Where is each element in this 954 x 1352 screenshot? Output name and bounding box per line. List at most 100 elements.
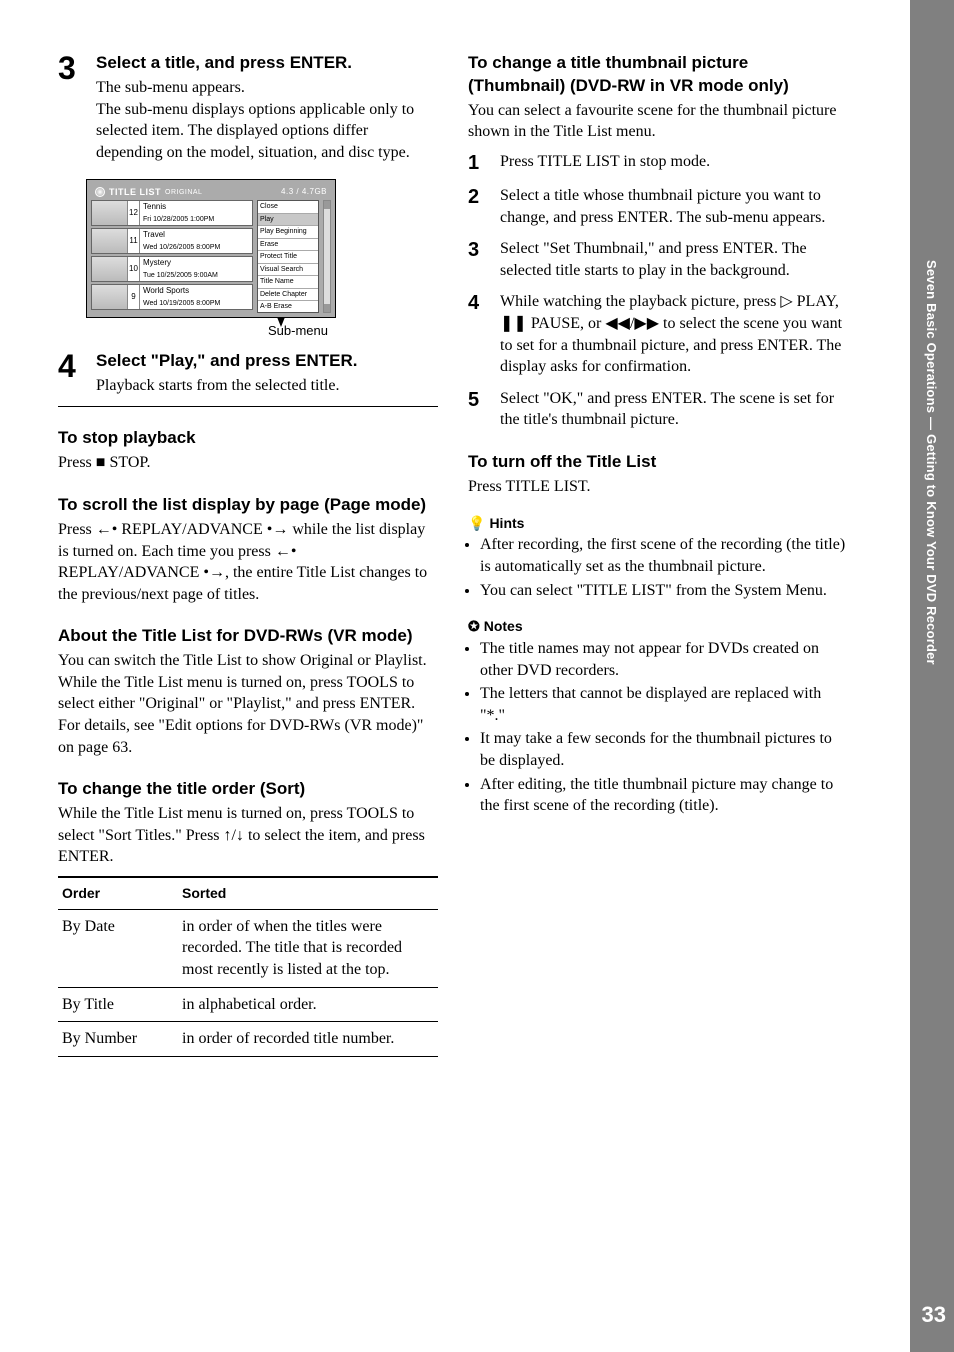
table-row: By Title in alphabetical order. bbox=[58, 987, 438, 1022]
title-list-row: 12 Tennis Fri 10/28/2005 1:00PM bbox=[91, 200, 253, 226]
body-text: While the Title List menu is turned on, … bbox=[58, 803, 438, 868]
row-date: Wed 10/19/2005 8:00PM bbox=[143, 299, 249, 308]
row-title: Mystery bbox=[143, 258, 249, 269]
hint-icon: 💡 bbox=[468, 514, 485, 533]
notes-label: Notes bbox=[484, 617, 523, 636]
subheading: To change a title thumbnail picture (Thu… bbox=[468, 52, 848, 98]
callout-arrow-icon bbox=[277, 317, 285, 327]
step-text: Playback starts from the selected title. bbox=[96, 375, 357, 397]
step-number: 3 bbox=[468, 238, 490, 281]
subheading: To scroll the list display by page (Page… bbox=[58, 494, 438, 517]
diagram-mode: ORIGINAL bbox=[165, 188, 202, 197]
notes-heading: ✪ Notes bbox=[468, 617, 848, 636]
submenu-item: Play Beginning bbox=[258, 226, 318, 238]
step-text: Select "OK," and press ENTER. The scene … bbox=[500, 388, 848, 431]
divider bbox=[58, 406, 438, 407]
sidebar-tab: Seven Basic Operations — Getting to Know… bbox=[910, 0, 954, 1352]
table-row: By Number in order of recorded title num… bbox=[58, 1022, 438, 1057]
row-date: Fri 10/28/2005 1:00PM bbox=[143, 215, 249, 224]
step-4: 4 Select "Play," and press ENTER. Playba… bbox=[58, 350, 438, 397]
submenu-item: Close bbox=[258, 201, 318, 213]
diagram-scrollbar bbox=[323, 200, 331, 313]
sort-table: Order Sorted By Date in order of when th… bbox=[58, 876, 438, 1057]
body-text: For details, see "Edit options for DVD-R… bbox=[58, 715, 438, 758]
row-title: Travel bbox=[143, 230, 249, 241]
step-number: 1 bbox=[468, 151, 490, 175]
body-text: You can switch the Title List to show Or… bbox=[58, 650, 438, 672]
step-3: 3 Select a title, and press ENTER. The s… bbox=[58, 52, 438, 163]
diagram-capacity: 4.3 / 4.7GB bbox=[281, 187, 327, 198]
notes-list: The title names may not appear for DVDs … bbox=[468, 638, 848, 817]
row-number: 9 bbox=[128, 285, 140, 309]
submenu-item: Visual Search bbox=[258, 264, 318, 276]
list-item: You can select "TITLE LIST" from the Sys… bbox=[480, 580, 848, 602]
list-item: After recording, the first scene of the … bbox=[480, 534, 848, 577]
row-thumbnail bbox=[92, 201, 128, 225]
row-number: 10 bbox=[128, 257, 140, 281]
chapter-title: Seven Basic Operations — Getting to Know… bbox=[924, 260, 939, 665]
substep-1: 1 Press TITLE LIST in stop mode. bbox=[468, 151, 848, 175]
subheading: To change the title order (Sort) bbox=[58, 778, 438, 801]
step-text: Select a title whose thumbnail picture y… bbox=[500, 185, 848, 228]
row-title: Tennis bbox=[143, 202, 249, 213]
row-date: Tue 10/25/2005 9:00AM bbox=[143, 271, 249, 280]
table-cell: By Date bbox=[58, 909, 178, 987]
hints-label: Hints bbox=[489, 514, 524, 533]
submenu-item: A-B Erase bbox=[258, 301, 318, 312]
table-cell: in alphabetical order. bbox=[178, 987, 438, 1022]
step-text: The sub-menu appears. bbox=[96, 77, 438, 99]
table-cell: By Title bbox=[58, 987, 178, 1022]
title-list-diagram: TITLE LIST ORIGINAL 4.3 / 4.7GB 12 Tenni… bbox=[86, 179, 336, 318]
substep-4: 4 While watching the playback picture, p… bbox=[468, 291, 848, 377]
title-list-row: 11 Travel Wed 10/26/2005 8:00PM bbox=[91, 228, 253, 254]
hints-list: After recording, the first scene of the … bbox=[468, 534, 848, 601]
table-header: Order bbox=[58, 877, 178, 909]
row-number: 11 bbox=[128, 229, 140, 253]
right-column: To change a title thumbnail picture (Thu… bbox=[468, 52, 848, 1057]
list-item: It may take a few seconds for the thumbn… bbox=[480, 728, 848, 771]
substep-2: 2 Select a title whose thumbnail picture… bbox=[468, 185, 848, 228]
hints-heading: 💡 Hints bbox=[468, 514, 848, 533]
submenu-popup: Close Play Play Beginning Erase Protect … bbox=[257, 200, 319, 313]
step-text: The sub-menu displays options applicable… bbox=[96, 99, 438, 164]
subheading: To turn off the Title List bbox=[468, 451, 848, 474]
submenu-item: Delete Chapter bbox=[258, 289, 318, 301]
list-item: The letters that cannot be displayed are… bbox=[480, 683, 848, 726]
table-header: Sorted bbox=[178, 877, 438, 909]
left-column: 3 Select a title, and press ENTER. The s… bbox=[58, 52, 438, 1057]
subheading: To stop playback bbox=[58, 427, 438, 450]
disc-icon bbox=[95, 187, 105, 197]
list-item: After editing, the title thumbnail pictu… bbox=[480, 774, 848, 817]
submenu-item: Play bbox=[258, 214, 318, 226]
note-icon: ✪ bbox=[468, 617, 480, 636]
table-row: By Date in order of when the titles were… bbox=[58, 909, 438, 987]
row-number: 12 bbox=[128, 201, 140, 225]
submenu-item: Protect Title bbox=[258, 251, 318, 263]
table-cell: By Number bbox=[58, 1022, 178, 1057]
body-text: While the Title List menu is turned on, … bbox=[58, 672, 438, 715]
subheading: About the Title List for DVD-RWs (VR mod… bbox=[58, 625, 438, 648]
table-cell: in order of recorded title number. bbox=[178, 1022, 438, 1057]
row-thumbnail bbox=[92, 257, 128, 281]
row-thumbnail bbox=[92, 229, 128, 253]
submenu-item: Title Name bbox=[258, 276, 318, 288]
title-list-row: 10 Mystery Tue 10/25/2005 9:00AM bbox=[91, 256, 253, 282]
title-list-row: 9 World Sports Wed 10/19/2005 8:00PM bbox=[91, 284, 253, 310]
submenu-item: Erase bbox=[258, 239, 318, 251]
body-text: You can select a favourite scene for the… bbox=[468, 100, 848, 143]
substep-5: 5 Select "OK," and press ENTER. The scen… bbox=[468, 388, 848, 431]
row-thumbnail bbox=[92, 285, 128, 309]
step-number: 2 bbox=[468, 185, 490, 228]
step-text: Press TITLE LIST in stop mode. bbox=[500, 151, 710, 175]
body-text: Press TITLE LIST. bbox=[468, 476, 848, 498]
step-text: While watching the playback picture, pre… bbox=[500, 291, 848, 377]
step-number: 5 bbox=[468, 388, 490, 431]
body-text: Press ←• REPLAY/ADVANCE •→ while the lis… bbox=[58, 519, 438, 605]
row-title: World Sports bbox=[143, 286, 249, 297]
table-cell: in order of when the titles were recorde… bbox=[178, 909, 438, 987]
diagram-caption: Sub-menu bbox=[158, 322, 438, 340]
step-number: 3 bbox=[58, 52, 84, 163]
step-heading: Select "Play," and press ENTER. bbox=[96, 350, 357, 373]
substep-3: 3 Select "Set Thumbnail," and press ENTE… bbox=[468, 238, 848, 281]
step-number: 4 bbox=[58, 350, 84, 397]
